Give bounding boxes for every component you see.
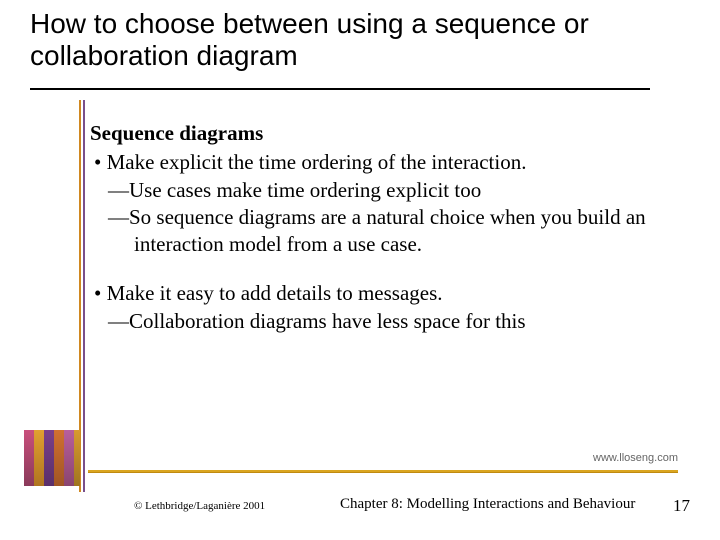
section-heading: Sequence diagrams: [90, 120, 670, 147]
bullet-text: So sequence diagrams are a natural choic…: [129, 205, 646, 256]
page-number: 17: [673, 496, 690, 516]
bullet-level-2: Collaboration diagrams have less space f…: [90, 308, 670, 335]
copyright-text: © Lethbridge/Laganière 2001: [134, 500, 265, 512]
decoration-horizontal-bar: [88, 470, 678, 473]
bullet-text: Collaboration diagrams have less space f…: [129, 309, 526, 333]
website-url: www.lloseng.com: [593, 452, 678, 464]
content-area: Sequence diagrams Make explicit the time…: [90, 120, 670, 335]
slide-title: How to choose between using a sequence o…: [30, 8, 670, 72]
bullet-level-2: Use cases make time ordering explicit to…: [90, 177, 670, 204]
bullet-level-1: Make it easy to add details to messages.: [90, 280, 670, 307]
chapter-title: Chapter 8: Modelling Interactions and Be…: [340, 496, 635, 513]
title-underline: [30, 88, 650, 90]
decoration-color-square: [24, 430, 80, 486]
bullet-level-1: Make explicit the time ordering of the i…: [90, 149, 670, 176]
bullet-text: Use cases make time ordering explicit to…: [129, 178, 481, 202]
bullet-level-2: So sequence diagrams are a natural choic…: [90, 204, 670, 259]
bullet-text: Make it easy to add details to messages.: [107, 281, 443, 305]
bullet-text: Make explicit the time ordering of the i…: [107, 150, 527, 174]
decoration-vertical-bar: [83, 100, 85, 492]
